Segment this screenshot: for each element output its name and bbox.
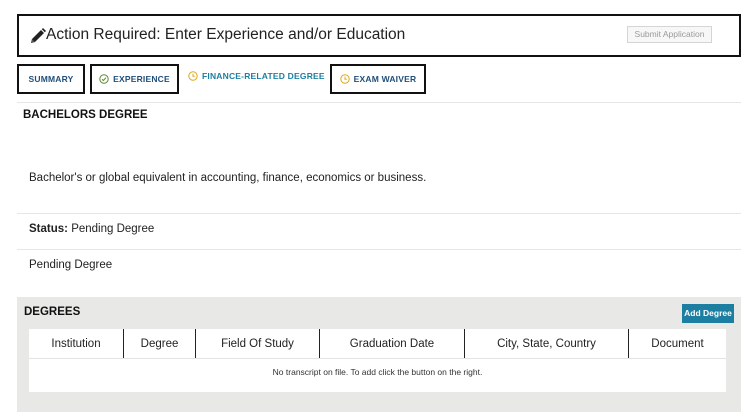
clock-icon: [188, 71, 198, 81]
degrees-panel: DEGREES Add Degree Institution Degree Fi…: [17, 297, 741, 412]
column-degree: Degree: [124, 329, 196, 358]
tab-exam-waiver[interactable]: EXAM WAIVER: [330, 64, 426, 94]
pencil-icon: [31, 28, 46, 43]
column-field-of-study: Field Of Study: [196, 329, 320, 358]
column-graduation-date: Graduation Date: [320, 329, 465, 358]
tab-finance-label: FINANCE-RELATED DEGREE: [202, 71, 325, 81]
tab-experience-label: EXPERIENCE: [113, 74, 170, 84]
check-circle-icon: [99, 74, 109, 84]
add-degree-button[interactable]: Add Degree: [682, 304, 734, 323]
status-label: Status:: [29, 223, 68, 235]
section-title: BACHELORS DEGREE: [23, 109, 148, 121]
tab-experience[interactable]: EXPERIENCE: [90, 64, 179, 94]
status-value: Pending Degree: [71, 223, 155, 235]
tab-exam-waiver-label: EXAM WAIVER: [353, 74, 417, 84]
tab-summary-label: SUMMARY: [28, 74, 74, 84]
status-line: Status: Pending Degree: [29, 223, 154, 235]
column-institution: Institution: [29, 329, 124, 358]
submit-application-button[interactable]: Submit Application: [627, 26, 712, 43]
column-city-state-country: City, State, Country: [465, 329, 629, 358]
divider: [17, 102, 741, 103]
degree-description: Bachelor's or global equivalent in accou…: [29, 172, 427, 184]
pending-degree-text: Pending Degree: [29, 259, 113, 271]
column-document: Document: [651, 337, 704, 350]
empty-table-message: No transcript on file. To add click the …: [272, 367, 483, 377]
action-required-header: Action Required: Enter Experience and/or…: [17, 14, 741, 57]
tab-summary[interactable]: SUMMARY: [17, 64, 85, 94]
clock-icon: [339, 74, 350, 84]
divider: [17, 249, 741, 250]
divider: [29, 358, 726, 359]
divider: [17, 213, 741, 214]
tab-finance-related-degree[interactable]: FINANCE-RELATED DEGREE: [184, 64, 326, 88]
table-header: Institution Degree Field Of Study Gradua…: [29, 329, 726, 358]
degrees-table: Institution Degree Field Of Study Gradua…: [29, 329, 726, 392]
page-title: Action Required: Enter Experience and/or…: [46, 26, 406, 43]
degrees-title: DEGREES: [24, 306, 81, 318]
